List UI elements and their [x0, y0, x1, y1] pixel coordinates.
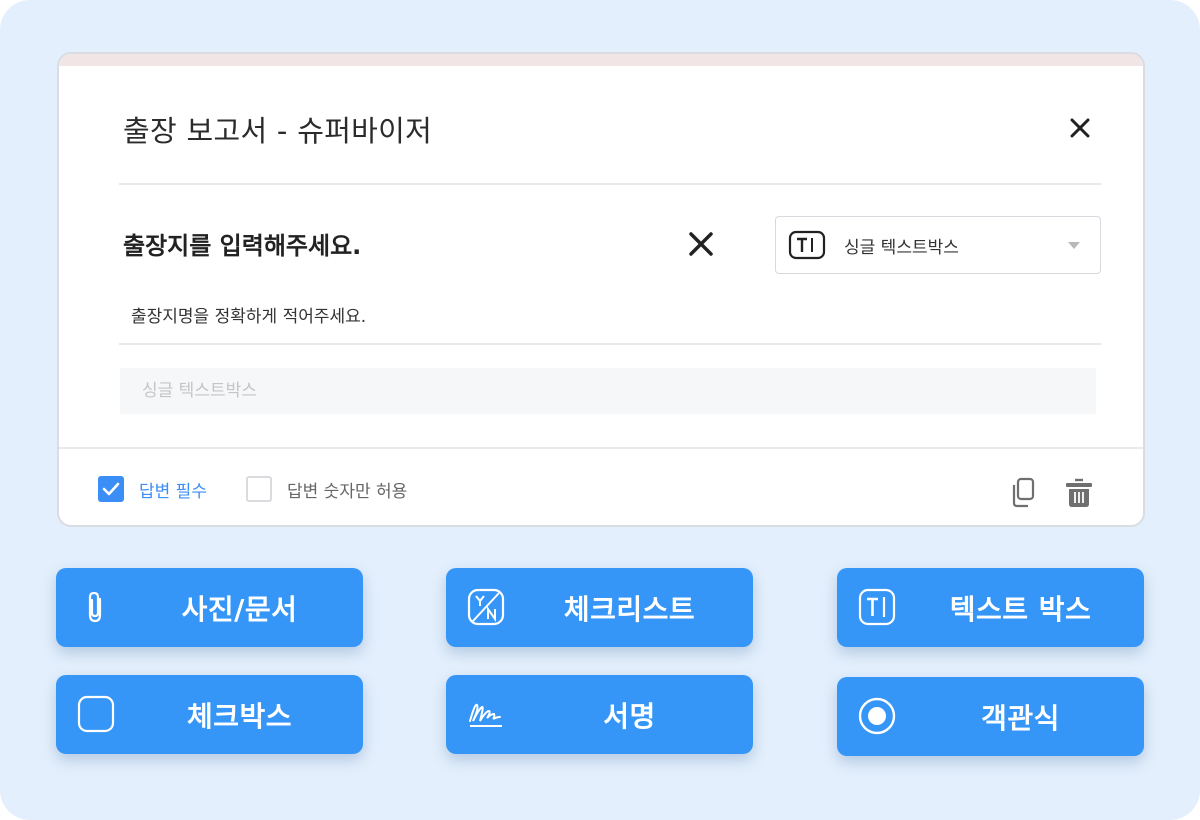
title-divider [119, 183, 1101, 185]
question-editor-card: 출장 보고서 - 슈퍼바이저 출장지를 입력해주세요. 싱글 텍스트박스 출장지… [57, 52, 1145, 527]
close-dialog-button[interactable] [1062, 110, 1098, 146]
required-answer-option[interactable]: 답변 필수 [98, 476, 207, 502]
close-icon [1070, 118, 1090, 138]
numbers-only-label: 답변 숫자만 허용 [287, 481, 408, 502]
question-description: 출장지명을 정확하게 적어주세요. [131, 307, 367, 327]
numbers-only-option[interactable]: 답변 숫자만 허용 [246, 476, 407, 502]
add-multiple-choice-label: 객관식 [981, 701, 1060, 735]
add-checkbox-button[interactable]: 체크박스 [56, 675, 363, 754]
question-label: 출장지를 입력해주세요. [123, 232, 362, 260]
signature-icon [466, 694, 506, 734]
add-checkbox-label: 체크박스 [186, 699, 293, 733]
dialog-title: 출장 보고서 - 슈퍼바이저 [123, 114, 433, 148]
text-box-icon [788, 230, 826, 260]
yes-no-icon [466, 587, 506, 627]
required-label: 답변 필수 [139, 481, 207, 502]
question-type-value: 싱글 텍스트박스 [844, 237, 959, 258]
footer-divider [59, 447, 1143, 449]
duplicate-question-button[interactable] [1007, 476, 1039, 510]
required-checkbox[interactable] [98, 476, 124, 502]
checkbox-icon [76, 694, 116, 734]
add-photo-document-button[interactable]: 사진/문서 [56, 568, 363, 647]
close-icon [689, 232, 713, 256]
add-text-box-button[interactable]: 텍스트 박스 [837, 568, 1144, 647]
copy-icon [1012, 477, 1035, 508]
delete-question-button[interactable] [1063, 476, 1095, 510]
add-text-box-label: 텍스트 박스 [949, 592, 1092, 626]
add-photo-document-label: 사진/문서 [181, 592, 298, 626]
paperclip-icon [76, 587, 116, 627]
add-signature-label: 서명 [603, 699, 656, 733]
radio-icon [857, 696, 897, 736]
trash-icon [1066, 478, 1092, 507]
checkmark-icon [102, 482, 120, 496]
question-type-select[interactable]: 싱글 텍스트박스 [775, 216, 1101, 274]
add-multiple-choice-button[interactable]: 객관식 [837, 677, 1144, 756]
card-top-strip [59, 54, 1143, 66]
add-checklist-label: 체크리스트 [563, 592, 696, 626]
description-divider [119, 343, 1101, 345]
add-checklist-button[interactable]: 체크리스트 [446, 568, 753, 647]
clear-question-button[interactable] [681, 224, 721, 264]
numbers-only-checkbox[interactable] [246, 476, 272, 502]
add-signature-button[interactable]: 서명 [446, 675, 753, 754]
chevron-down-icon [1068, 242, 1080, 249]
answer-input[interactable] [120, 368, 1096, 414]
text-box-icon [857, 587, 897, 627]
